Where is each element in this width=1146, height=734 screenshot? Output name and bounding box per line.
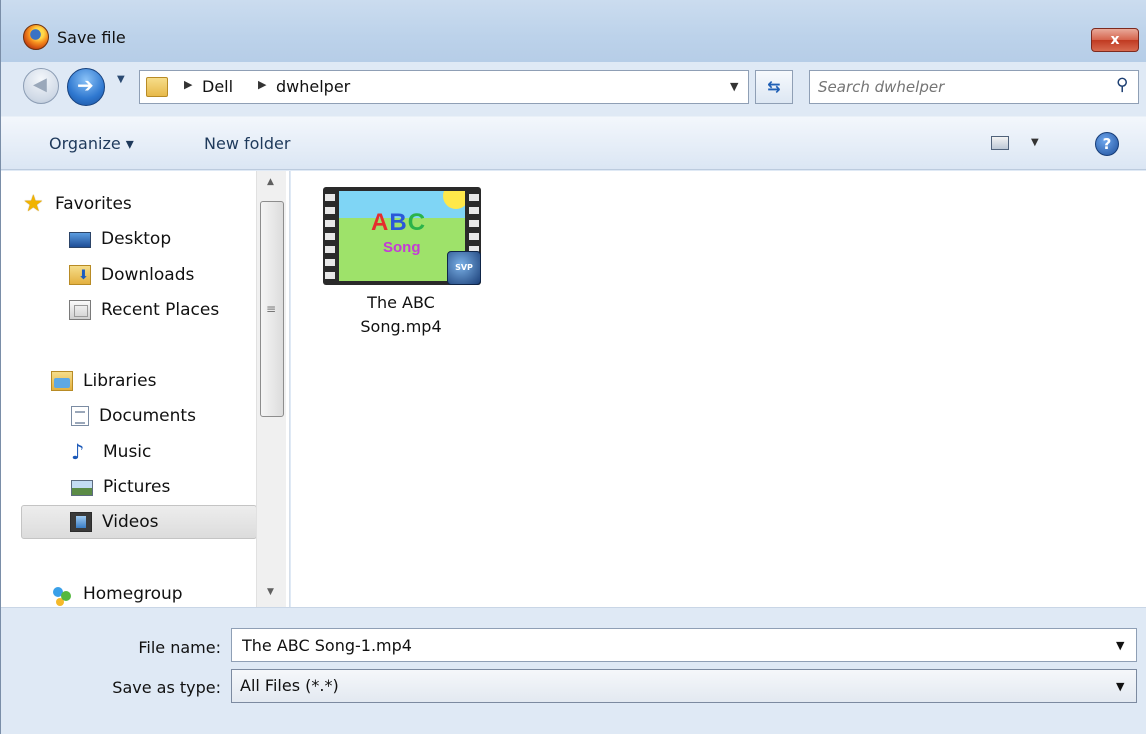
change-view-icon[interactable]: [991, 136, 1009, 150]
videos-icon: [70, 512, 92, 532]
nav-favorites[interactable]: ★ Favorites: [23, 187, 259, 221]
file-name-combobox[interactable]: ▼: [231, 628, 1137, 662]
nav-label: Homegroup: [83, 584, 183, 604]
navigation-scrollbar[interactable]: ▲ ≡ ▼: [256, 171, 286, 607]
downloads-folder-icon: [69, 265, 91, 285]
search-box[interactable]: ⚲: [809, 70, 1139, 104]
file-item[interactable]: ABC Song SVP: [323, 187, 481, 285]
nav-label: Favorites: [55, 194, 132, 214]
back-button[interactable]: ◀: [23, 68, 59, 104]
file-name-label[interactable]: The ABC Song.mp4: [331, 291, 471, 339]
nav-libraries[interactable]: Libraries: [51, 364, 287, 398]
scroll-up-icon[interactable]: ▲: [267, 177, 274, 187]
scrollbar-thumb[interactable]: ≡: [260, 201, 284, 417]
nav-label: Music: [103, 442, 152, 462]
nav-label: Videos: [102, 512, 159, 532]
music-note-icon: ♪: [71, 440, 85, 464]
nav-label: Libraries: [83, 371, 157, 391]
film-strip-holes: [325, 191, 335, 281]
new-folder-button[interactable]: New folder: [204, 134, 290, 153]
file-name-line-1: The ABC: [367, 293, 435, 312]
thumb-letter-c: C: [407, 209, 427, 236]
firefox-icon: [23, 24, 49, 50]
help-icon[interactable]: ?: [1095, 132, 1119, 156]
nav-label: Desktop: [101, 229, 172, 249]
pictures-icon: [71, 480, 93, 496]
nav-label: Documents: [99, 406, 196, 426]
nav-label: Pictures: [103, 477, 171, 497]
address-row: ◀ ➔ ▼ ▶ Dell ▶ dwhelper ▼ ⇆ ⚲: [1, 62, 1146, 114]
navigation-pane: ★ Favorites Desktop Downloads Recent Pla…: [1, 171, 290, 607]
window-title: Save file: [57, 28, 126, 47]
recent-pages-dropdown-icon[interactable]: ▼: [117, 74, 125, 85]
desktop-icon: [69, 232, 91, 248]
breadcrumb-dell[interactable]: Dell: [202, 77, 233, 96]
file-name-input[interactable]: [242, 634, 1102, 656]
thumb-letter-b: B: [389, 209, 408, 236]
address-bar[interactable]: ▶ Dell ▶ dwhelper ▼: [139, 70, 749, 104]
view-options-dropdown-icon[interactable]: ▼: [1031, 137, 1039, 148]
forward-arrow-icon: ➔: [77, 73, 94, 97]
command-toolbar: Organize ▾ New folder ▼ ?: [1, 116, 1146, 170]
file-name-dropdown-icon[interactable]: ▼: [1116, 639, 1124, 652]
save-type-value: All Files (*.*): [240, 676, 339, 695]
libraries-icon: [51, 371, 73, 391]
thumbnail-subtitle: Song: [383, 239, 421, 256]
nav-label: Recent Places: [101, 300, 220, 320]
save-type-select[interactable]: All Files (*.*) ▼: [231, 669, 1137, 703]
close-button[interactable]: x: [1091, 28, 1139, 52]
thumbnail-title: ABC: [371, 209, 426, 237]
search-input[interactable]: [818, 76, 1098, 98]
back-arrow-icon: ◀: [33, 74, 47, 95]
documents-icon: [71, 406, 89, 426]
save-file-dialog: Save file x ◀ ➔ ▼ ▶ Dell ▶ dwhelper ▼ ⇆ …: [0, 0, 1146, 734]
sun-shape: [443, 191, 465, 209]
nav-label: Downloads: [101, 265, 195, 285]
star-icon: ★: [23, 191, 44, 217]
homegroup-icon: [51, 584, 73, 604]
recent-places-icon: [69, 300, 91, 320]
address-dropdown-icon[interactable]: ▼: [730, 80, 738, 93]
breadcrumb-dwhelper[interactable]: dwhelper: [276, 77, 350, 96]
nav-homegroup[interactable]: Homegroup: [51, 577, 287, 611]
video-player-badge-icon: SVP: [447, 251, 481, 285]
grip-icon: ≡: [266, 302, 277, 316]
breadcrumb-separator-icon[interactable]: ▶: [184, 78, 192, 91]
refresh-button[interactable]: ⇆: [755, 70, 793, 104]
search-icon[interactable]: ⚲: [1116, 75, 1128, 95]
save-type-dropdown-icon[interactable]: ▼: [1116, 680, 1124, 693]
breadcrumb-separator-icon[interactable]: ▶: [258, 78, 266, 91]
forward-button[interactable]: ➔: [67, 68, 105, 106]
nav-videos[interactable]: Videos: [21, 505, 257, 539]
refresh-icon: ⇆: [767, 77, 781, 96]
scroll-down-icon[interactable]: ▼: [267, 587, 274, 597]
folder-icon: [146, 77, 168, 97]
file-list-area[interactable]: ABC Song SVP The ABC Song.mp4: [291, 171, 1146, 607]
thumb-letter-a: A: [371, 209, 390, 236]
title-bar: Save file x: [1, 0, 1146, 62]
organize-menu[interactable]: Organize ▾: [49, 134, 134, 153]
file-name-line-2: Song.mp4: [360, 317, 442, 336]
file-name-field-label: File name:: [138, 638, 221, 657]
save-form: File name: ▼ Save as type: All Files (*.…: [1, 607, 1146, 734]
save-type-field-label: Save as type:: [112, 678, 221, 697]
